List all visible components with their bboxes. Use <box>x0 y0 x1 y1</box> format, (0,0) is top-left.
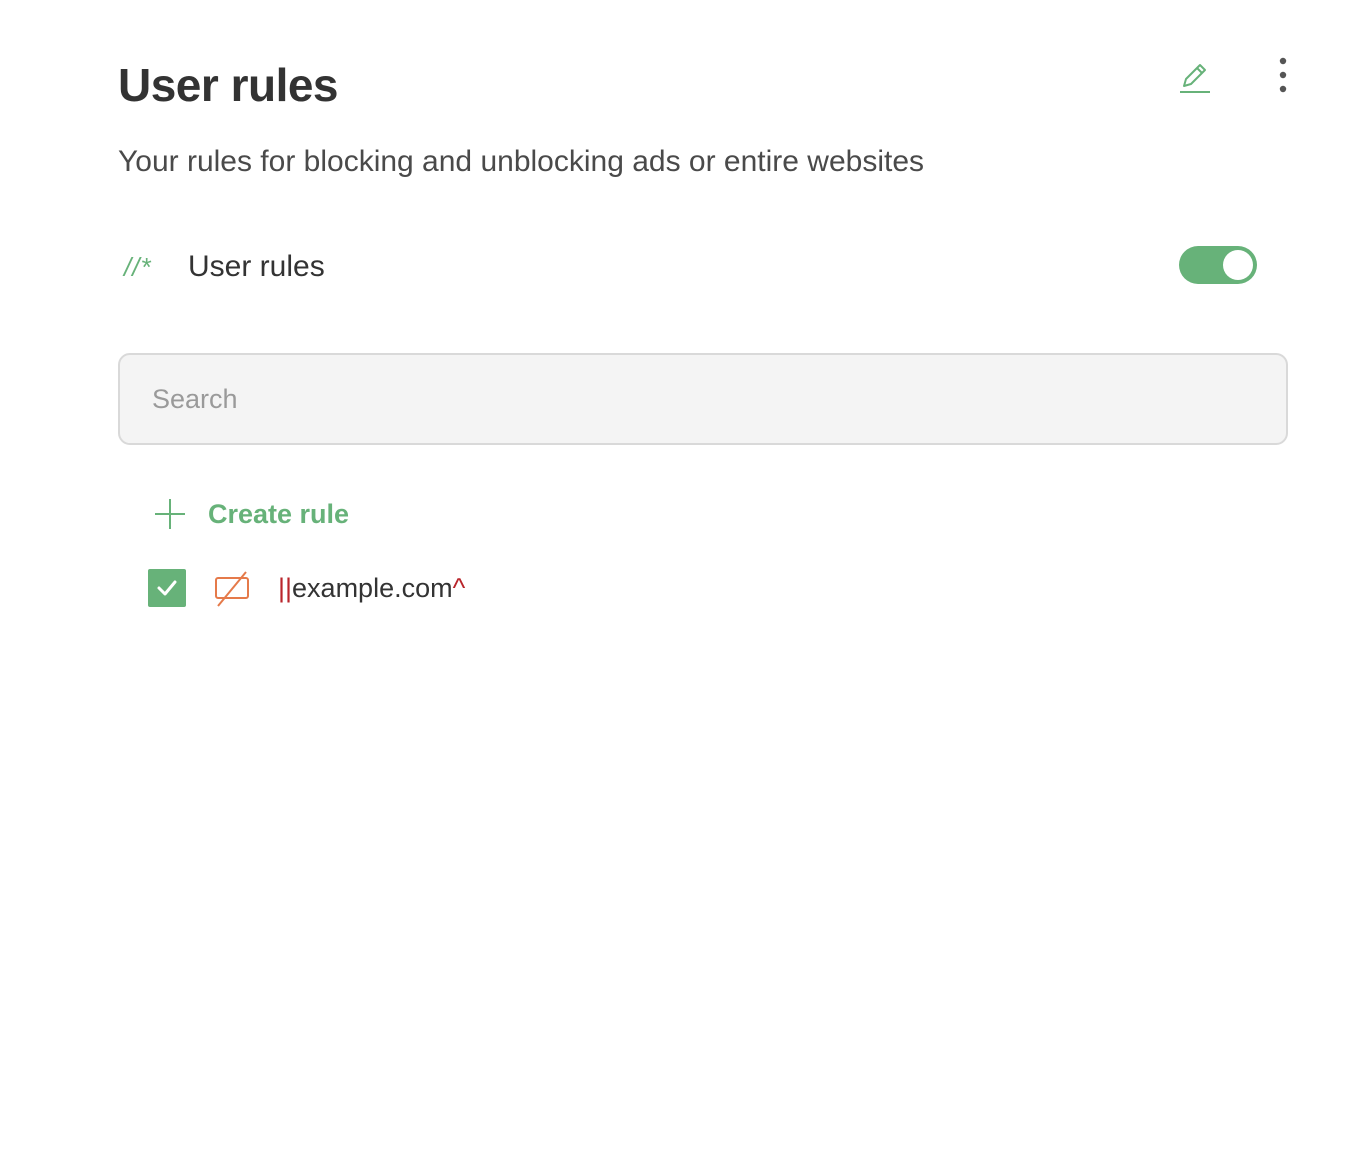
toggle-knob <box>1223 250 1253 280</box>
user-rules-page: User rules Your rules for blocking and u… <box>0 0 1360 1171</box>
user-rules-group-row: //* User rules <box>118 240 1258 296</box>
more-options-button[interactable] <box>1266 54 1300 96</box>
kebab-menu-icon <box>1279 57 1287 93</box>
rule-domain: example.com <box>292 572 453 603</box>
rule-enabled-checkbox[interactable] <box>148 569 186 607</box>
search-input[interactable] <box>118 353 1288 445</box>
block-ad-icon <box>215 571 249 607</box>
pencil-icon <box>1180 64 1210 93</box>
page-subtitle: Your rules for blocking and unblocking a… <box>118 145 925 178</box>
edit-button[interactable] <box>1174 56 1214 96</box>
page-title: User rules <box>118 59 339 111</box>
rule-prefix: || <box>278 572 293 603</box>
create-rule-label: Create rule <box>208 498 350 529</box>
rule-text[interactable]: ||example.com^ <box>278 573 465 604</box>
rule-item: ||example.com^ <box>148 566 465 610</box>
checkmark-icon <box>157 580 177 596</box>
plus-icon <box>155 499 185 529</box>
group-label: User rules <box>188 250 325 283</box>
create-rule-button[interactable]: Create rule <box>150 492 349 536</box>
user-rules-toggle[interactable] <box>1179 246 1257 284</box>
comment-rule-icon: //* <box>124 252 152 282</box>
rule-suffix: ^ <box>452 572 466 603</box>
